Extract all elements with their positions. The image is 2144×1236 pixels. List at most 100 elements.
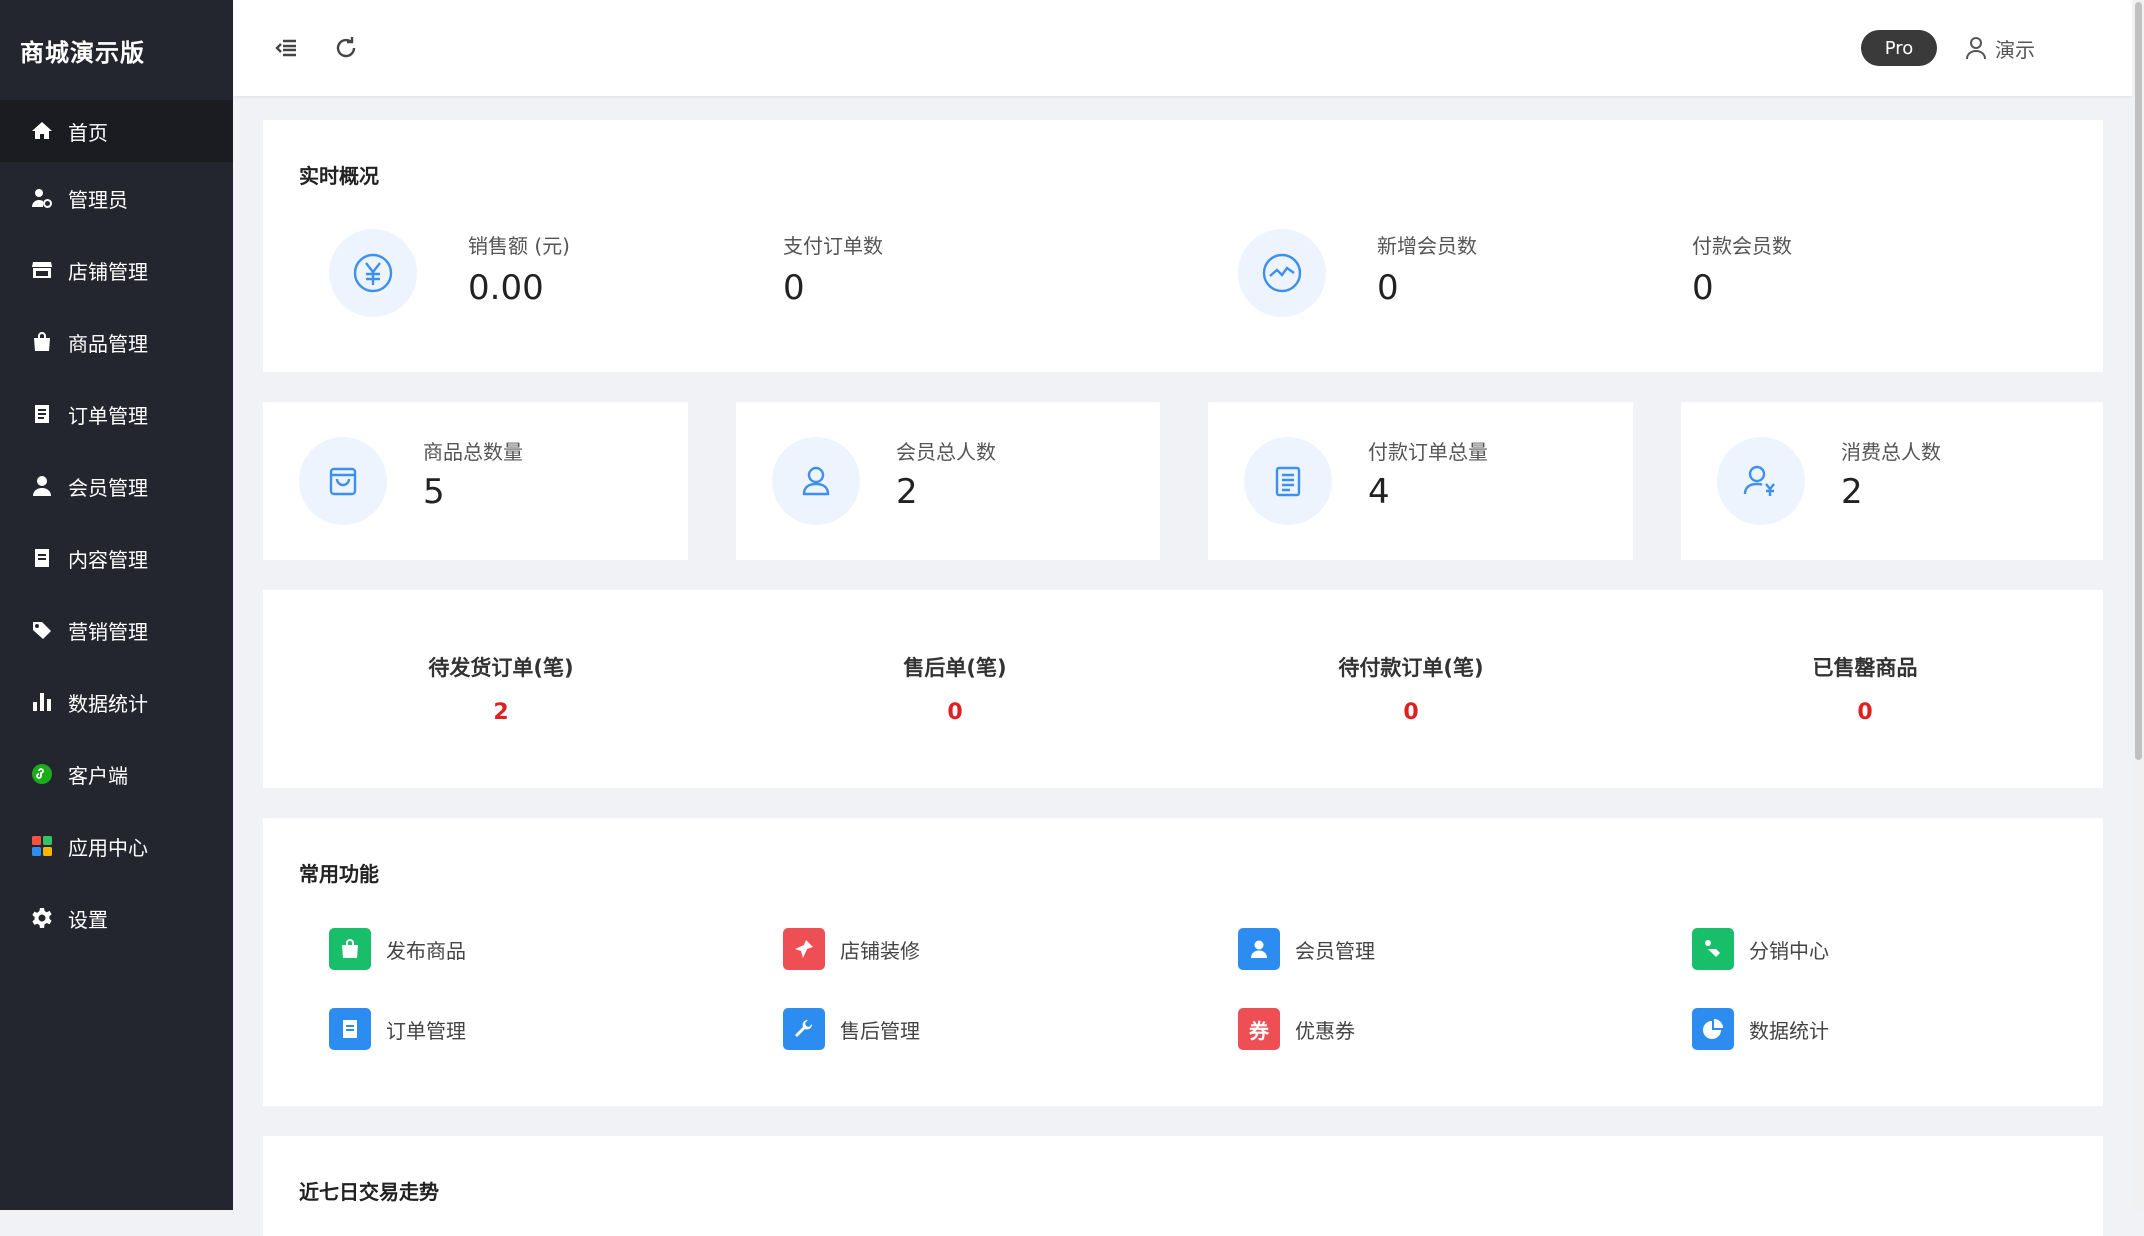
user-icon <box>28 472 56 500</box>
stat-card-members: 会员总人数 2 <box>736 402 1160 560</box>
brush-icon <box>783 928 825 970</box>
yuan-icon <box>329 229 417 317</box>
shop-decoration-shortcut[interactable]: 店铺装修 <box>783 928 920 970</box>
member-icon <box>1238 928 1280 970</box>
shortcut-label: 店铺装修 <box>840 938 920 963</box>
trend-icon <box>1238 229 1326 317</box>
sidebar-item-marketing[interactable]: 营销管理 <box>0 594 233 666</box>
trend-card: 近七日交易走势 <box>263 1136 2103 1236</box>
sidebar-item-settings[interactable]: 设置 <box>0 882 233 954</box>
home-icon <box>28 117 56 145</box>
sales-value: 0.00 <box>468 268 544 308</box>
pending-payment-label: 待付款订单(笔) <box>1338 656 1484 680</box>
sidebar-item-home[interactable]: 首页 <box>0 100 233 162</box>
sidebar-item-members[interactable]: 会员管理 <box>0 450 233 522</box>
statistics-shortcut[interactable]: 数据统计 <box>1692 1008 1829 1050</box>
pending-tasks-card: 待发货订单(笔) 2 售后单(笔) 0 待付款订单(笔) 0 已售罄商品 0 <box>263 590 2103 788</box>
sidebar-item-client[interactable]: 客户端 <box>0 738 233 810</box>
clipboard-icon <box>28 400 56 428</box>
distribution-center-shortcut[interactable]: 分销中心 <box>1692 928 1829 970</box>
top-header: Pro 演示 <box>233 0 2132 96</box>
sidebar-item-label: 营销管理 <box>68 619 148 644</box>
paid-orders-total-label: 付款订单总量 <box>1368 440 1488 464</box>
paying-members-value: 0 <box>1692 268 1714 308</box>
refresh-icon[interactable] <box>332 34 360 62</box>
paid-orders-label: 支付订单数 <box>783 234 883 258</box>
pro-badge: Pro <box>1861 30 1937 66</box>
paid-orders-value: 0 <box>783 268 805 308</box>
stat-card-consumers: 消费总人数 2 <box>1681 402 2103 560</box>
after-sales-label: 售后单(笔) <box>903 656 1007 680</box>
list-icon <box>1244 437 1332 525</box>
coupon-shortcut[interactable]: 券 优惠券 <box>1238 1008 1355 1050</box>
order-icon <box>329 1008 371 1050</box>
paying-members-label: 付款会员数 <box>1692 234 1792 258</box>
sidebar-item-statistics[interactable]: 数据统计 <box>0 666 233 738</box>
after-sales-value[interactable]: 0 <box>805 700 1105 725</box>
user-name: 演示 <box>1995 37 2035 62</box>
goods-total-value: 5 <box>423 472 445 512</box>
sidebar-item-label: 商品管理 <box>68 331 148 356</box>
shortcut-label: 售后管理 <box>840 1018 920 1043</box>
after-sales-shortcut[interactable]: 售后管理 <box>783 1008 920 1050</box>
sidebar-item-orders[interactable]: 订单管理 <box>0 378 233 450</box>
scrollbar-thumb[interactable] <box>2135 2 2142 760</box>
person-icon <box>772 437 860 525</box>
sidebar-item-goods[interactable]: 商品管理 <box>0 306 233 378</box>
wrench-icon <box>783 1008 825 1050</box>
sidebar-item-label: 店铺管理 <box>68 259 148 284</box>
shop-icon <box>28 256 56 284</box>
sidebar-item-label: 首页 <box>68 120 108 145</box>
sidebar: 商城演示版 首页 管理员 店铺管理 商品管理 订单管理 会员管理 内容管理 营销… <box>0 0 233 1210</box>
realtime-title: 实时概况 <box>299 164 379 188</box>
common-functions-card: 常用功能 发布商品 店铺装修 会员管理 分销中心 订单管理 售后管理 券 优惠券… <box>263 818 2103 1106</box>
order-management-shortcut[interactable]: 订单管理 <box>329 1008 466 1050</box>
shortcut-label: 发布商品 <box>386 938 466 963</box>
basket-icon <box>28 328 56 356</box>
sidebar-item-label: 设置 <box>68 907 108 932</box>
person-yuan-icon <box>1717 437 1805 525</box>
sidebar-item-content[interactable]: 内容管理 <box>0 522 233 594</box>
shortcut-label: 分销中心 <box>1749 938 1829 963</box>
document-icon <box>28 544 56 572</box>
share-icon <box>1692 928 1734 970</box>
sold-out-value[interactable]: 0 <box>1715 700 2015 725</box>
shortcut-label: 订单管理 <box>386 1018 466 1043</box>
pending-shipment-value[interactable]: 2 <box>351 700 651 725</box>
pie-chart-icon <box>1692 1008 1734 1050</box>
members-total-label: 会员总人数 <box>896 440 996 464</box>
shortcut-label: 数据统计 <box>1749 1018 1829 1043</box>
mini-program-icon <box>28 760 56 788</box>
stat-card-goods: 商品总数量 5 <box>263 402 688 560</box>
sidebar-item-label: 订单管理 <box>68 403 148 428</box>
bar-chart-icon <box>28 688 56 716</box>
member-management-shortcut[interactable]: 会员管理 <box>1238 928 1375 970</box>
publish-goods-shortcut[interactable]: 发布商品 <box>329 928 466 970</box>
sold-out-label: 已售罄商品 <box>1812 656 1918 680</box>
sales-label: 销售额 (元) <box>468 234 570 258</box>
admin-icon <box>28 184 56 212</box>
user-menu[interactable]: 演示 <box>1963 32 2035 64</box>
user-avatar-icon <box>1966 37 1986 60</box>
stat-card-paid-orders: 付款订单总量 4 <box>1208 402 1633 560</box>
sidebar-item-apps[interactable]: 应用中心 <box>0 810 233 882</box>
shortcut-label: 优惠券 <box>1295 1018 1355 1043</box>
goods-total-label: 商品总数量 <box>423 440 523 464</box>
sidebar-item-shop[interactable]: 店铺管理 <box>0 234 233 306</box>
app-title: 商城演示版 <box>20 38 145 67</box>
realtime-overview-card: 实时概况 销售额 (元) 0.00 支付订单数 0 新增会员数 0 付款会员数 … <box>263 120 2103 372</box>
coupon-icon: 券 <box>1238 1008 1280 1050</box>
pending-shipment-label: 待发货订单(笔) <box>428 656 574 680</box>
sidebar-item-label: 会员管理 <box>68 475 148 500</box>
collapse-menu-icon[interactable] <box>273 34 301 62</box>
consumers-total-value: 2 <box>1841 472 1863 512</box>
sidebar-item-label: 客户端 <box>68 763 128 788</box>
pending-payment-value[interactable]: 0 <box>1261 700 1561 725</box>
sidebar-item-label: 内容管理 <box>68 547 148 572</box>
tags-icon <box>28 616 56 644</box>
sidebar-item-label: 数据统计 <box>68 691 148 716</box>
gear-icon <box>28 904 56 932</box>
sidebar-item-admin[interactable]: 管理员 <box>0 162 233 234</box>
functions-title: 常用功能 <box>299 862 379 886</box>
new-members-label: 新增会员数 <box>1377 234 1477 258</box>
